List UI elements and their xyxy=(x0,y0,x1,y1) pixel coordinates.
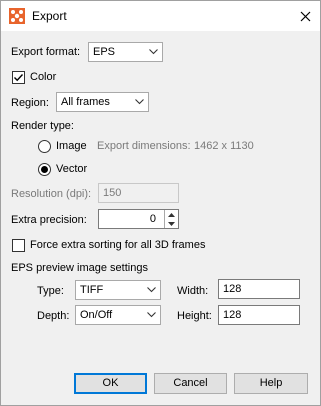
force-sorting-checkbox[interactable] xyxy=(12,239,25,252)
resolution-value: 150 xyxy=(103,187,122,199)
chevron-down-icon xyxy=(135,99,144,105)
check-icon xyxy=(14,74,24,82)
chevron-down-icon xyxy=(149,49,158,55)
title-bar: Export xyxy=(1,1,320,31)
app-icon xyxy=(9,8,25,24)
spin-up-button[interactable] xyxy=(165,210,178,219)
cancel-button[interactable]: Cancel xyxy=(154,373,227,394)
radio-selected-dot xyxy=(41,166,48,173)
export-dimensions-value: 1462 x 1130 xyxy=(194,140,254,152)
color-label: Color xyxy=(30,71,57,83)
preview-depth-select[interactable]: On/Off xyxy=(75,305,161,325)
ok-button[interactable]: OK xyxy=(74,373,147,394)
extra-precision-value: 0 xyxy=(149,213,156,225)
resolution-label: Resolution (dpi): xyxy=(11,188,92,200)
region-label: Region: xyxy=(11,97,49,109)
force-sorting-label: Force extra sorting for all 3D frames xyxy=(30,239,206,251)
preview-type-label: Type: xyxy=(37,285,64,297)
window-title: Export xyxy=(32,9,67,23)
export-format-label: Export format: xyxy=(11,46,81,58)
preview-type-value: TIFF xyxy=(80,284,104,296)
eps-preview-heading: EPS preview image settings xyxy=(11,262,148,274)
preview-width-value: 128 xyxy=(223,283,242,295)
preview-type-select[interactable]: TIFF xyxy=(75,280,161,300)
preview-height-input[interactable]: 128 xyxy=(218,305,300,325)
region-select[interactable]: All frames xyxy=(56,92,149,112)
image-radio[interactable] xyxy=(38,140,51,153)
chevron-down-icon xyxy=(147,287,156,293)
chevron-down-icon xyxy=(168,221,175,226)
preview-height-value: 128 xyxy=(223,309,242,321)
chevron-up-icon xyxy=(168,212,175,217)
export-format-select[interactable]: EPS xyxy=(88,42,163,62)
export-dimensions-label: Export dimensions: xyxy=(97,140,191,152)
extra-precision-input[interactable]: 0 xyxy=(98,209,179,229)
image-radio-label: Image xyxy=(56,140,87,152)
region-value: All frames xyxy=(61,96,110,108)
render-type-label: Render type: xyxy=(11,120,74,132)
extra-precision-label: Extra precision: xyxy=(11,214,87,226)
preview-width-input[interactable]: 128 xyxy=(218,279,300,299)
preview-height-label: Height: xyxy=(177,310,212,322)
export-format-value: EPS xyxy=(93,46,116,58)
close-button[interactable] xyxy=(291,1,320,31)
resolution-input[interactable]: 150 xyxy=(98,183,179,203)
color-checkbox[interactable] xyxy=(12,71,25,84)
precision-spinner[interactable] xyxy=(164,210,178,228)
export-dialog: Export Export format: EPS Color Region: … xyxy=(0,0,321,406)
spin-down-button[interactable] xyxy=(165,219,178,228)
help-button[interactable]: Help xyxy=(234,373,308,394)
chevron-down-icon xyxy=(147,312,156,318)
preview-depth-value: On/Off xyxy=(80,309,113,321)
vector-radio[interactable] xyxy=(38,163,51,176)
close-icon xyxy=(300,11,311,21)
preview-width-label: Width: xyxy=(177,285,209,297)
preview-depth-label: Depth: xyxy=(37,310,70,322)
vector-radio-label: Vector xyxy=(56,163,88,175)
